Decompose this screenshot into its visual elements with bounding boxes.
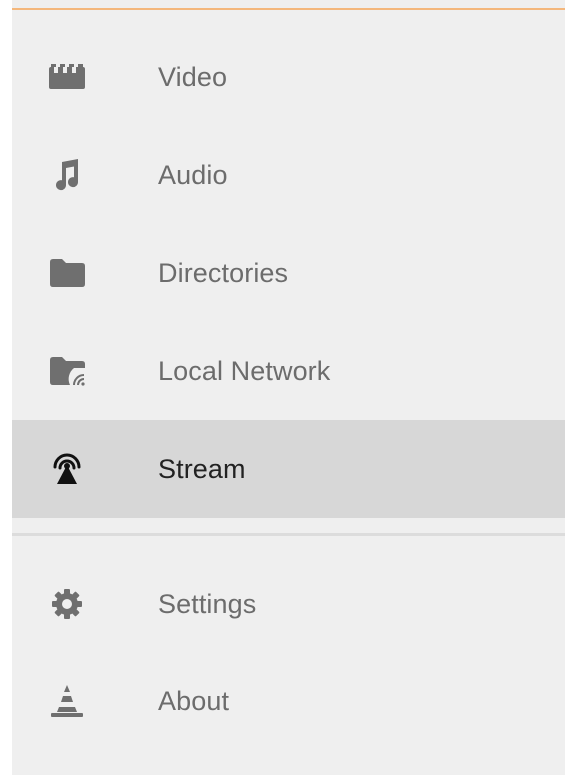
network-folder-icon xyxy=(47,351,87,391)
drawer-item-label: Directories xyxy=(158,258,289,288)
drawer-item-about[interactable]: About xyxy=(12,652,565,750)
drawer-item-label: Local Network xyxy=(158,356,331,386)
folder-icon xyxy=(47,253,87,293)
drawer-item-video[interactable]: Video xyxy=(12,28,565,126)
drawer-item-label: Video xyxy=(158,62,228,92)
navigation-drawer: Video Audio Directories Local Network St… xyxy=(12,0,565,775)
drawer-item-settings[interactable]: Settings xyxy=(12,555,565,653)
drawer-item-audio[interactable]: Audio xyxy=(12,126,565,224)
vlc-cone-icon xyxy=(47,681,87,721)
drawer-item-label: About xyxy=(158,686,230,716)
stream-antenna-icon xyxy=(47,449,87,489)
drawer-item-label: Settings xyxy=(158,589,257,619)
top-accent-rule xyxy=(12,8,565,10)
video-clapper-icon xyxy=(47,57,87,97)
music-note-icon xyxy=(47,155,87,195)
gear-icon xyxy=(47,584,87,624)
drawer-divider xyxy=(12,533,565,536)
drawer-item-label: Stream xyxy=(158,454,246,484)
drawer-item-label: Audio xyxy=(158,160,228,190)
drawer-item-directories[interactable]: Directories xyxy=(12,224,565,322)
drawer-item-local-network[interactable]: Local Network xyxy=(12,322,565,420)
drawer-item-stream[interactable]: Stream xyxy=(12,420,565,518)
